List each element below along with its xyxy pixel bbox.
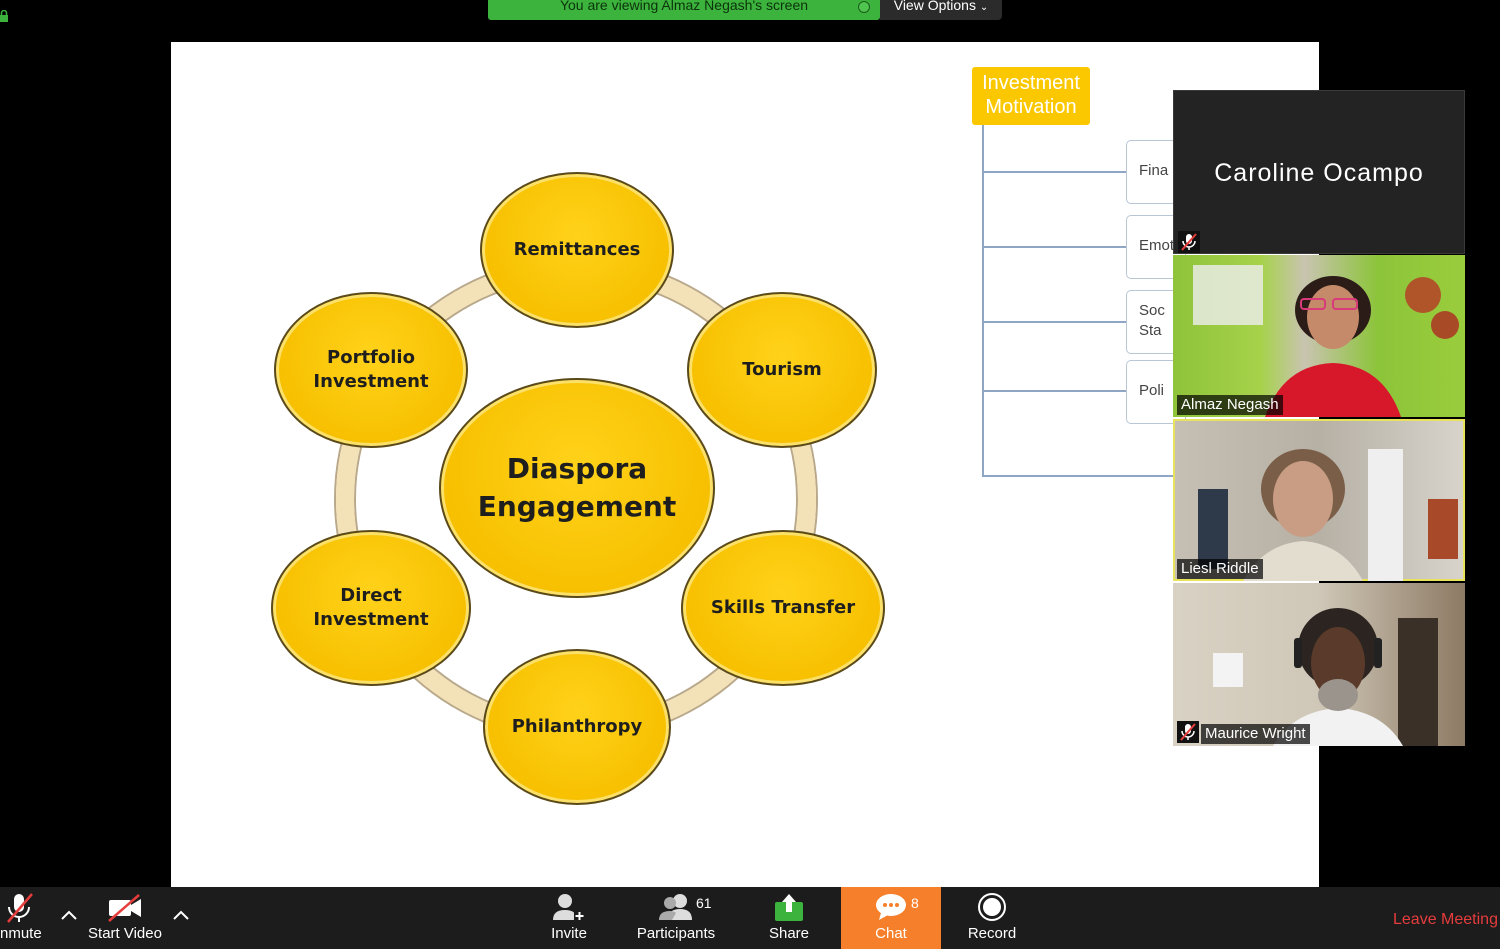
chat-button[interactable]: 8 Chat xyxy=(841,887,941,949)
participants-count: 61 xyxy=(696,895,712,911)
chat-label: Chat xyxy=(875,925,907,942)
add-user-icon xyxy=(553,894,585,921)
invite-label: Invite xyxy=(551,925,587,942)
meeting-toolbar: nmute Start Video Invite 61 Participants… xyxy=(0,887,1500,949)
investment-motivation-box: Investment Motivation xyxy=(972,67,1090,125)
muted-mic-icon xyxy=(1178,231,1200,253)
tree-branch-line xyxy=(982,475,1182,477)
share-screen-icon xyxy=(775,894,803,921)
participant-name: Maurice Wright xyxy=(1201,724,1310,744)
participants-label: Participants xyxy=(636,925,716,942)
video-tile-caroline-ocampo[interactable]: Caroline Ocampo xyxy=(1173,90,1465,254)
video-tile-almaz-negash[interactable]: Almaz Negash xyxy=(1173,255,1465,417)
node-diaspora-engagement: Diaspora Engagement xyxy=(439,378,715,598)
shared-screen: Diaspora Engagement Remittances Tourism … xyxy=(171,42,1319,887)
screen-sharing-banner: You are viewing Almaz Negash's screen xyxy=(488,0,880,20)
lock-icon[interactable] xyxy=(0,10,8,22)
participants-button[interactable]: 61 Participants xyxy=(628,887,724,949)
node-direct-investment: Direct Investment xyxy=(271,530,471,686)
chevron-down-icon: ⌄ xyxy=(979,2,989,13)
participant-video-feed xyxy=(1198,449,1458,581)
tree-branch-line xyxy=(982,390,1126,392)
node-philanthropy: Philanthropy xyxy=(483,649,671,805)
leave-meeting-button[interactable]: Leave Meeting xyxy=(1393,911,1498,929)
chat-bubble-icon xyxy=(876,894,906,920)
invite-button[interactable]: Invite xyxy=(538,887,600,949)
record-button[interactable]: Record xyxy=(962,887,1022,949)
node-remittances: Remittances xyxy=(480,172,674,328)
participant-name: Almaz Negash xyxy=(1177,395,1283,415)
sharing-status-icon xyxy=(858,1,870,13)
video-camera-off-icon xyxy=(108,894,141,922)
participant-name: Caroline Ocampo xyxy=(1214,159,1424,187)
record-label: Record xyxy=(967,925,1017,942)
sharing-text: You are viewing Almaz Negash's screen xyxy=(559,0,809,13)
participant-video-feed xyxy=(1213,608,1438,746)
tree-branch-line xyxy=(982,171,1126,173)
video-options-button[interactable] xyxy=(170,887,192,949)
start-video-button[interactable]: Start Video xyxy=(82,887,168,949)
participant-video-feed xyxy=(1193,265,1459,417)
node-tourism: Tourism xyxy=(687,292,877,448)
view-options-button[interactable]: View Options ⌄ xyxy=(880,0,1002,20)
tree-branch-line xyxy=(982,246,1126,248)
video-tile-liesl-riddle[interactable]: Liesl Riddle xyxy=(1173,419,1465,581)
microphone-muted-icon xyxy=(7,893,33,923)
video-tile-maurice-wright[interactable]: Maurice Wright xyxy=(1173,583,1465,746)
audio-options-button[interactable] xyxy=(58,887,80,949)
start-video-label: Start Video xyxy=(88,925,162,942)
tree-branch-line xyxy=(982,321,1126,323)
muted-mic-icon xyxy=(1177,721,1199,743)
unmute-label: nmute xyxy=(0,925,42,942)
node-portfolio-investment: Portfolio Investment xyxy=(274,292,468,448)
node-skills-transfer: Skills Transfer xyxy=(681,530,885,686)
unmute-button[interactable]: nmute xyxy=(0,887,50,949)
chevron-up-icon xyxy=(173,910,189,920)
chat-unread-count: 8 xyxy=(911,895,919,911)
view-options-label: View Options xyxy=(893,0,976,13)
chevron-up-icon xyxy=(61,910,77,920)
share-label: Share xyxy=(768,925,810,942)
tree-trunk-line xyxy=(982,125,984,477)
participants-icon xyxy=(659,894,692,920)
share-button[interactable]: Share xyxy=(762,887,816,949)
participant-name: Liesl Riddle xyxy=(1177,559,1263,579)
record-icon xyxy=(978,893,1006,921)
video-gallery[interactable]: Caroline Ocampo Almaz Negash Liesl Riddl… xyxy=(1173,90,1465,746)
